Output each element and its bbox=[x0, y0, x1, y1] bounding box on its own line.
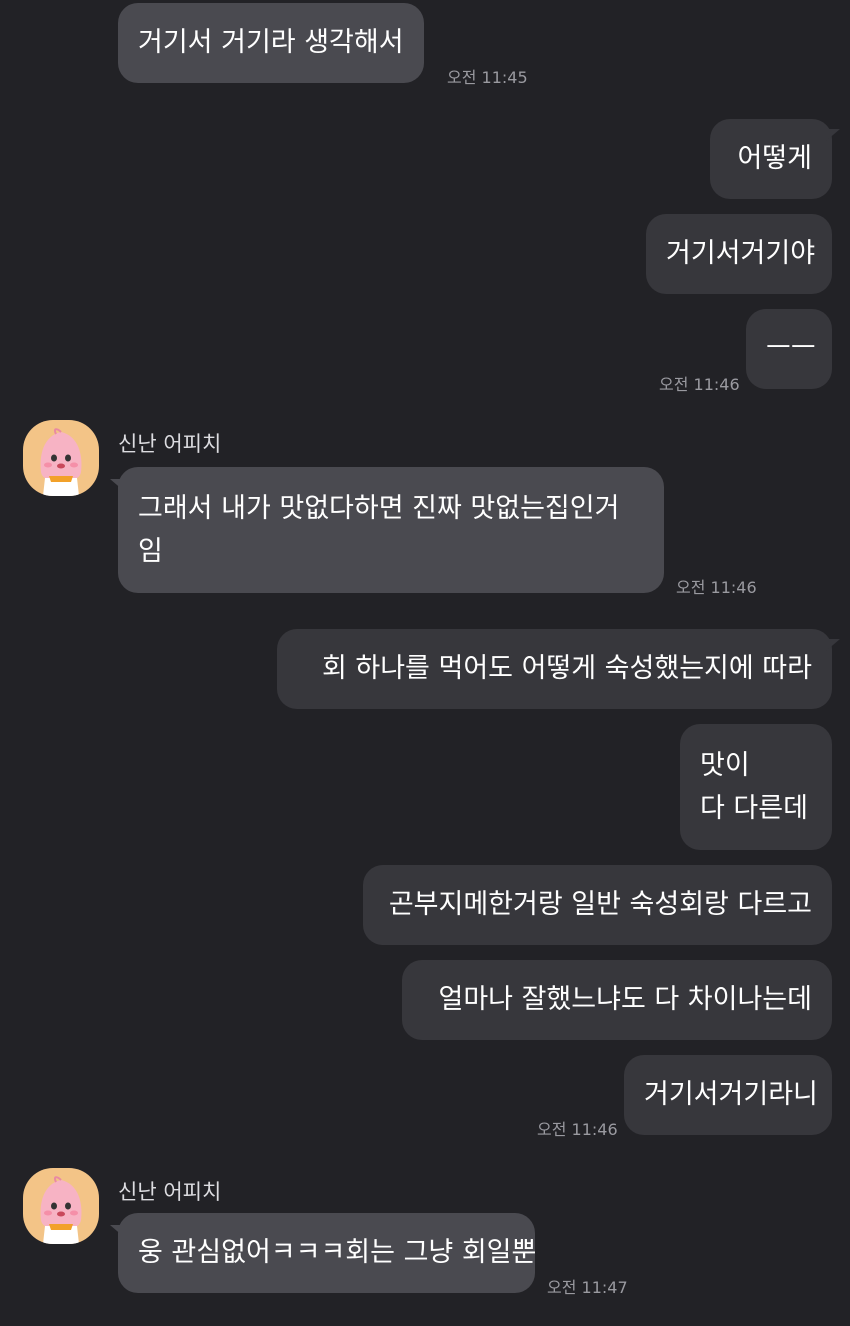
message-text: 얼마나 잘했느냐도 다 차이나는데 bbox=[438, 984, 812, 1015]
message-text-line: 다 다른데 bbox=[700, 793, 808, 824]
message-bubble-outgoing[interactable]: 맛이 다 다른데 bbox=[680, 724, 832, 850]
message-text: 웅 관심없어ㅋㅋㅋ회는 그냥 회일뿐 bbox=[138, 1237, 537, 1268]
message-bubble-outgoing[interactable]: ㅡㅡ bbox=[746, 309, 832, 389]
message-bubble-outgoing[interactable]: 회 하나를 먹어도 어떻게 숙성했는지에 따라 bbox=[277, 629, 840, 709]
message-text: 거기서 거기라 생각해서 bbox=[138, 27, 404, 58]
message-timestamp: 오전 11:46 bbox=[676, 578, 757, 597]
sender-avatar[interactable] bbox=[23, 420, 99, 496]
message-timestamp: 오전 11:45 bbox=[447, 68, 528, 87]
message-text: ㅡㅡ bbox=[766, 333, 816, 364]
message-bubble-outgoing[interactable]: 얼마나 잘했느냐도 다 차이나는데 bbox=[402, 960, 832, 1040]
sender-name: 신난 어피치 bbox=[118, 432, 222, 456]
message-bubble-incoming[interactable]: 거기서 거기라 생각해서 bbox=[118, 3, 424, 83]
sender-avatar[interactable] bbox=[23, 1168, 99, 1244]
apeach-avatar-icon bbox=[40, 428, 82, 496]
message-timestamp: 오전 11:47 bbox=[547, 1278, 628, 1297]
message-bubble-outgoing[interactable]: 곤부지메한거랑 일반 숙성회랑 다르고 bbox=[363, 865, 832, 945]
message-text: 어떻게 bbox=[737, 143, 812, 174]
message-bubble-outgoing[interactable]: 어떻게 bbox=[710, 119, 840, 199]
message-bubble-outgoing[interactable]: 거기서거기야 bbox=[646, 214, 832, 294]
message-text: 거기서거기야 bbox=[666, 238, 816, 269]
message-timestamp: 오전 11:46 bbox=[659, 375, 740, 394]
sender-name: 신난 어피치 bbox=[118, 1180, 222, 1204]
message-bubble-incoming[interactable]: 그래서 내가 맛없다하면 진짜 맛없는집인거 임 bbox=[110, 467, 664, 593]
message-bubble-outgoing[interactable]: 거기서거기라니 bbox=[624, 1055, 832, 1135]
message-text-line: 임 bbox=[138, 536, 163, 567]
message-text: 곤부지메한거랑 일반 숙성회랑 다르고 bbox=[388, 889, 812, 920]
apeach-avatar-icon bbox=[40, 1176, 82, 1244]
message-text-line: 맛이 bbox=[700, 750, 750, 781]
message-text-line: 그래서 내가 맛없다하면 진짜 맛없는집인거 bbox=[138, 493, 620, 524]
message-bubble-incoming[interactable]: 웅 관심없어ㅋㅋㅋ회는 그냥 회일뿐 bbox=[110, 1213, 537, 1293]
message-text: 회 하나를 먹어도 어떻게 숙성했는지에 따라 bbox=[321, 653, 812, 684]
message-timestamp: 오전 11:46 bbox=[537, 1120, 618, 1139]
message-text: 거기서거기라니 bbox=[644, 1079, 818, 1110]
